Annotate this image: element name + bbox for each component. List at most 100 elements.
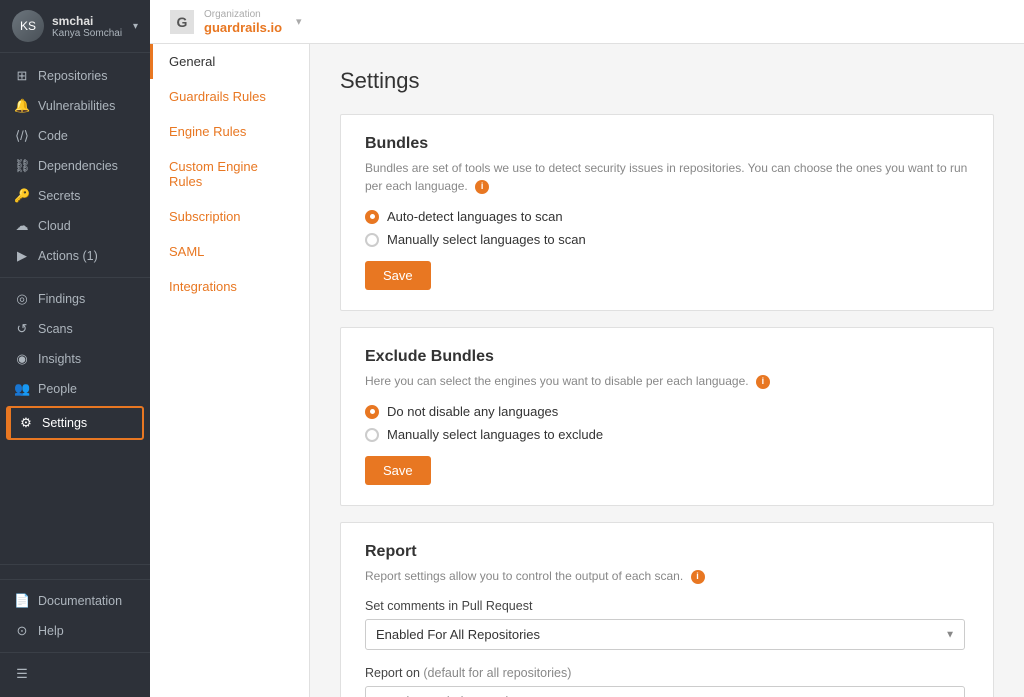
findings-icon: ◎	[14, 291, 30, 307]
nav-divider	[0, 277, 150, 278]
bottom-divider	[0, 579, 150, 580]
cloud-icon: ☁	[14, 218, 30, 234]
report-on-select-wrapper: On Changed Lines Only On All Lines Full …	[365, 686, 965, 697]
sidebar-item-label: Cloud	[38, 219, 71, 233]
radio-circle-auto	[365, 210, 379, 224]
sidebar-header[interactable]: KS smchai Kanya Somchai ▾	[0, 0, 150, 53]
exclude-bundles-info-icon: i	[756, 375, 770, 389]
gear-icon: ⚙	[18, 415, 34, 431]
sidebar-item-cloud[interactable]: ☁ Cloud	[0, 211, 150, 241]
bundles-section: Bundles Bundles are set of tools we use …	[340, 114, 994, 311]
sidebar-item-help[interactable]: ⊙ Help	[0, 616, 150, 646]
grid-icon: ⊞	[14, 68, 30, 84]
sidebar-item-label: Scans	[38, 322, 73, 336]
report-on-label: Report on (default for all repositories)	[365, 666, 969, 680]
sidebar-item-insights[interactable]: ◉ Insights	[0, 344, 150, 374]
radio-circle-manual	[365, 233, 379, 247]
sidebar: KS smchai Kanya Somchai ▾ ⊞ Repositories…	[0, 0, 150, 697]
help-icon: ⊙	[14, 623, 30, 639]
comments-pr-field: Set comments in Pull Request Enabled For…	[365, 599, 969, 650]
report-section: Report Report settings allow you to cont…	[340, 522, 994, 697]
report-desc: Report settings allow you to control the…	[365, 567, 969, 585]
sidebar-item-label: Insights	[38, 352, 81, 366]
org-bar: G Organization guardrails.io ▾	[150, 0, 1024, 44]
exclude-bundles-radio-group: Do not disable any languages Manually se…	[365, 404, 969, 442]
settings-nav-guardrails-rules[interactable]: Guardrails Rules	[150, 79, 309, 114]
sidebar-item-documentation[interactable]: 📄 Documentation	[0, 586, 150, 616]
user-info: smchai Kanya Somchai	[52, 14, 125, 39]
sidebar-bottom: 📄 Documentation ⊙ Help ☰	[0, 564, 150, 697]
code-icon: ⟨/⟩	[14, 128, 30, 144]
radio-label-manual: Manually select languages to scan	[387, 232, 586, 247]
settings-content: Settings Bundles Bundles are set of tool…	[310, 44, 1024, 697]
radio-auto-detect[interactable]: Auto-detect languages to scan	[365, 209, 969, 224]
settings-nav-custom-engine-rules[interactable]: Custom Engine Rules	[150, 149, 309, 199]
bundles-info-icon: i	[475, 180, 489, 194]
chevron-down-icon: ▾	[133, 21, 138, 32]
sidebar-nav: ⊞ Repositories 🔔 Vulnerabilities ⟨/⟩ Cod…	[0, 53, 150, 564]
radio-do-not-disable[interactable]: Do not disable any languages	[365, 404, 969, 419]
sidebar-item-people[interactable]: 👥 People	[0, 374, 150, 404]
radio-label-manually-exclude: Manually select languages to exclude	[387, 427, 603, 442]
comments-pr-label: Set comments in Pull Request	[365, 599, 969, 613]
sidebar-item-vulnerabilities[interactable]: 🔔 Vulnerabilities	[0, 91, 150, 121]
report-on-select[interactable]: On Changed Lines Only On All Lines Full …	[365, 686, 965, 697]
content-area: General Guardrails Rules Engine Rules Cu…	[150, 44, 1024, 697]
exclude-bundles-section: Exclude Bundles Here you can select the …	[340, 327, 994, 506]
people-icon: 👥	[14, 381, 30, 397]
sidebar-item-actions[interactable]: ▶ Actions (1)	[0, 241, 150, 271]
report-title: Report	[365, 543, 969, 561]
comments-pr-select[interactable]: Enabled For All Repositories Disabled Fo…	[365, 619, 965, 650]
sidebar-item-label: Help	[38, 624, 64, 638]
sidebar-item-label: Vulnerabilities	[38, 99, 115, 113]
settings-nav-engine-rules[interactable]: Engine Rules	[150, 114, 309, 149]
sidebar-item-label: Repositories	[38, 69, 107, 83]
main-area: G Organization guardrails.io ▾ General G…	[150, 0, 1024, 697]
bundles-desc: Bundles are set of tools we use to detec…	[365, 159, 969, 195]
insights-icon: ◉	[14, 351, 30, 367]
sidebar-item-dependencies[interactable]: ⛓ Dependencies	[0, 151, 150, 181]
radio-manually-exclude[interactable]: Manually select languages to exclude	[365, 427, 969, 442]
radio-circle-manually-exclude	[365, 428, 379, 442]
sidebar-item-label: Settings	[42, 416, 87, 430]
sidebar-item-repositories[interactable]: ⊞ Repositories	[0, 61, 150, 91]
deps-icon: ⛓	[14, 158, 30, 174]
sidebar-item-secrets[interactable]: 🔑 Secrets	[0, 181, 150, 211]
report-info-icon: i	[691, 570, 705, 584]
radio-manually-select[interactable]: Manually select languages to scan	[365, 232, 969, 247]
radio-label-auto: Auto-detect languages to scan	[387, 209, 563, 224]
bundles-save-button[interactable]: Save	[365, 261, 431, 290]
settings-nav-subscription[interactable]: Subscription	[150, 199, 309, 234]
org-logo: G	[170, 10, 194, 34]
settings-sidebar: General Guardrails Rules Engine Rules Cu…	[150, 44, 310, 697]
radio-label-do-not-disable: Do not disable any languages	[387, 404, 558, 419]
org-label: Organization	[204, 9, 282, 20]
user-subname: Kanya Somchai	[52, 28, 125, 39]
report-on-field: Report on (default for all repositories)…	[365, 666, 969, 697]
settings-nav-saml[interactable]: SAML	[150, 234, 309, 269]
settings-nav-general[interactable]: General	[150, 44, 309, 79]
sidebar-item-label: Code	[38, 129, 68, 143]
actions-icon: ▶	[14, 248, 30, 264]
exclude-bundles-save-button[interactable]: Save	[365, 456, 431, 485]
comments-pr-select-wrapper: Enabled For All Repositories Disabled Fo…	[365, 619, 965, 650]
settings-nav-integrations[interactable]: Integrations	[150, 269, 309, 304]
exclude-bundles-desc: Here you can select the engines you want…	[365, 372, 969, 390]
scans-icon: ↺	[14, 321, 30, 337]
org-name: guardrails.io	[204, 20, 282, 35]
sidebar-item-scans[interactable]: ↺ Scans	[0, 314, 150, 344]
sidebar-item-label: Secrets	[38, 189, 80, 203]
sidebar-item-label: Actions (1)	[38, 249, 98, 263]
exclude-bundles-title: Exclude Bundles	[365, 348, 969, 366]
sidebar-item-code[interactable]: ⟨/⟩ Code	[0, 121, 150, 151]
avatar: KS	[12, 10, 44, 42]
doc-icon: 📄	[14, 593, 30, 609]
sidebar-item-settings[interactable]: ⚙ Settings	[6, 406, 144, 440]
sidebar-item-findings[interactable]: ◎ Findings	[0, 284, 150, 314]
org-chevron-icon[interactable]: ▾	[296, 15, 302, 28]
radio-circle-do-not-disable	[365, 405, 379, 419]
list-icon: ☰	[14, 666, 30, 682]
bundles-title: Bundles	[365, 135, 969, 153]
sidebar-item-extra[interactable]: ☰	[0, 659, 150, 689]
org-info: Organization guardrails.io	[204, 9, 282, 35]
